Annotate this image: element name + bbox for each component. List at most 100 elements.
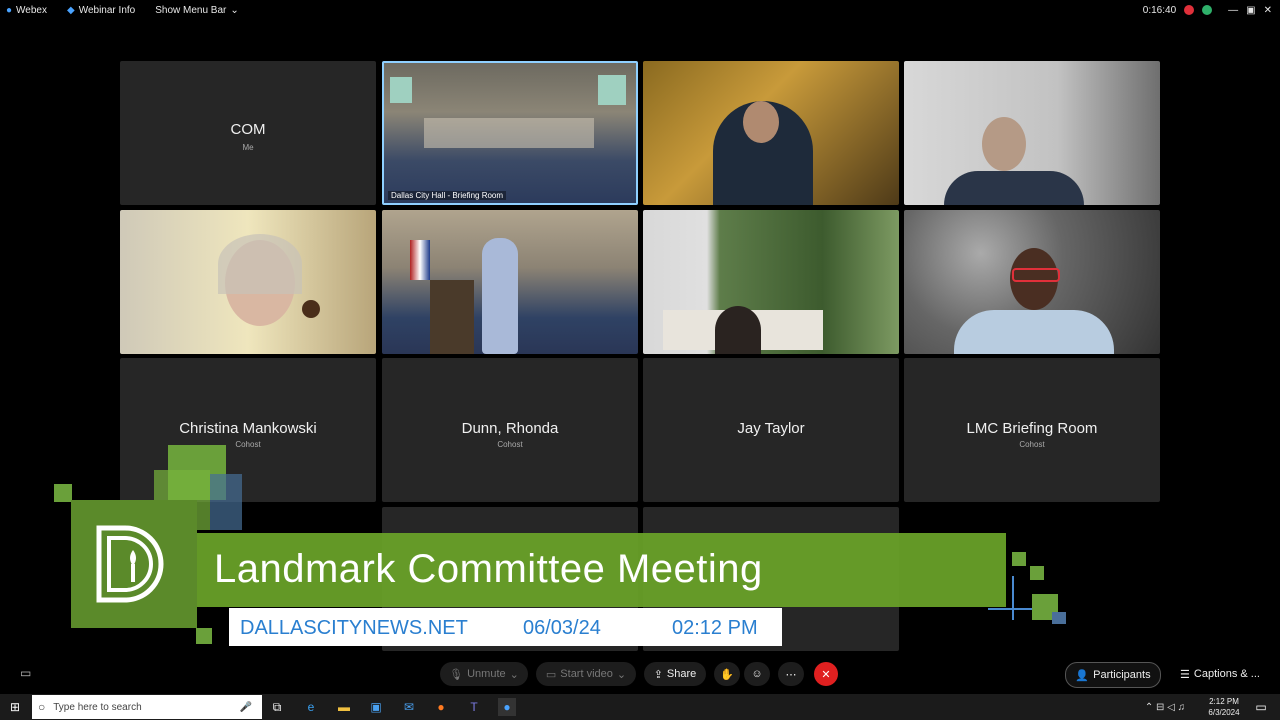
participant-name: Jay Taylor (737, 420, 805, 437)
participant-name: COM (230, 121, 266, 138)
meeting-date: 06/03/24 (523, 617, 601, 639)
video-tile-participant-4[interactable] (904, 61, 1160, 205)
screen-left (390, 77, 412, 103)
leave-button[interactable]: ✕ (814, 662, 838, 686)
person-head (982, 117, 1026, 171)
status-icon (1202, 5, 1213, 15)
banner-title: Landmark Committee Meeting (214, 547, 763, 591)
video-tile-podium[interactable] (382, 210, 638, 354)
minimize-icon[interactable]: — (1228, 5, 1238, 16)
video-tile-participant-3[interactable] (643, 61, 899, 205)
smiley-icon: ☺ (751, 668, 763, 680)
person-head (715, 306, 761, 354)
teams-icon[interactable]: T (465, 698, 483, 716)
maximize-icon[interactable]: ▣ (1246, 5, 1255, 16)
shield-icon: ◆ (67, 4, 75, 16)
video-caption: Dallas City Hall - Briefing Room (388, 191, 507, 200)
camera-off-icon: ▭ (545, 668, 557, 681)
mail-icon[interactable]: ✉ (400, 698, 418, 716)
captions-button[interactable]: ☰ Captions & ... (1170, 662, 1270, 686)
chamber-desks (424, 118, 594, 148)
person-figure (954, 310, 1114, 354)
windows-taskbar: ⊞ ○ Type here to search 🎤 ⧉ e ▬ ▣ ✉ ● T … (0, 694, 1280, 720)
clock-date: 6/3/2024 (1208, 708, 1240, 717)
raise-hand-button[interactable]: ✋ (714, 662, 740, 686)
participant-tile-com[interactable]: COM Me (120, 61, 376, 205)
participants-button[interactable]: 👤 Participants (1065, 662, 1161, 688)
webex-icon: ● (6, 4, 13, 16)
recording-icon (1184, 5, 1195, 15)
chevron-down-icon: ⌄ (230, 4, 239, 16)
participant-tile-rhonda[interactable]: Dunn, Rhonda Cohost (382, 358, 638, 502)
mic-icon: 🎤 (239, 701, 252, 713)
deco-square (1012, 552, 1026, 566)
webinar-info-label: Webinar Info (78, 4, 136, 16)
webex-menu[interactable]: ● Webex (6, 5, 47, 16)
more-options-button[interactable]: ⋯ (778, 662, 804, 686)
system-tray[interactable]: ⌃ ⊟ ◁ ♫ (1130, 698, 1200, 716)
person-head (743, 101, 779, 143)
notification-icon[interactable]: ▭ (1252, 698, 1270, 716)
dallas-d-icon (96, 525, 164, 603)
share-button[interactable]: ⇪ Share (644, 662, 706, 686)
show-menu-label: Show Menu Bar (155, 4, 227, 16)
chevron-down-icon: ⌄ (509, 668, 519, 681)
participant-tile-lmc[interactable]: LMC Briefing Room Cohost (904, 358, 1160, 502)
info-bar: DALLASCITYNEWS.NET 06/03/24 02:12 PM (229, 608, 782, 646)
meeting-timer: 0:16:40 (1142, 4, 1177, 16)
participant-tile-jay[interactable]: Jay Taylor (643, 358, 899, 502)
reactions-button[interactable]: ☺ (744, 662, 770, 686)
podium (430, 280, 474, 354)
webex-taskbar-icon[interactable]: ● (498, 698, 516, 716)
wall-clock (302, 300, 320, 318)
windows-start-icon[interactable]: ⊞ (6, 698, 24, 716)
edge-icon[interactable]: e (302, 698, 320, 716)
flags (410, 240, 430, 280)
deco-square (1030, 566, 1044, 580)
deco-line (1012, 576, 1014, 620)
unmute-label: Unmute (467, 668, 506, 680)
video-tile-participant-5[interactable] (120, 210, 376, 354)
store-icon[interactable]: ▣ (367, 698, 385, 716)
video-tile-participant-7[interactable] (643, 210, 899, 354)
search-icon: ○ (38, 700, 46, 714)
participant-name: LMC Briefing Room (966, 420, 1098, 437)
title-banner: Landmark Committee Meeting (197, 533, 1006, 607)
participant-name: Christina Mankowski (179, 420, 317, 437)
deco-square (196, 628, 212, 644)
task-view-icon[interactable]: ⧉ (268, 698, 286, 716)
firefox-icon[interactable]: ● (432, 698, 450, 716)
start-video-button[interactable]: ▭ Start video ⌄ (536, 662, 636, 686)
share-label: Share (666, 668, 697, 680)
participant-role: Cohost (497, 440, 523, 449)
taskbar-clock[interactable]: 2:12 PM 6/3/2024 (1202, 696, 1246, 718)
person-hair (218, 234, 302, 294)
mic-off-icon: 🎙 (449, 668, 464, 681)
meeting-controls: ▭ 🎙 Unmute ⌄ ▭ Start video ⌄ ⇪ Share ✋ ☺… (0, 658, 1280, 690)
start-video-label: Start video (560, 668, 613, 680)
person-figure (944, 171, 1084, 205)
more-icon: ⋯ (785, 668, 797, 681)
deco-square (210, 474, 242, 530)
show-menu-bar-button[interactable]: Show Menu Bar ⌄ (155, 5, 239, 16)
speaker-figure (482, 238, 518, 354)
taskbar-search[interactable]: ○ Type here to search 🎤 (32, 695, 262, 719)
webinar-info-menu[interactable]: ◆ Webinar Info (67, 5, 135, 16)
folder-icon[interactable]: ▬ (335, 698, 353, 716)
app-label: Webex (16, 4, 47, 16)
participant-role: Cohost (235, 440, 261, 449)
close-icon[interactable]: ✕ (1264, 5, 1272, 16)
video-tile-city-hall[interactable]: Dallas City Hall - Briefing Room (382, 61, 638, 205)
participant-role: Me (242, 143, 254, 152)
hand-icon: ✋ (720, 668, 734, 681)
chat-icon[interactable]: ▭ (20, 666, 31, 680)
unmute-button[interactable]: 🎙 Unmute ⌄ (440, 662, 528, 686)
clock-time: 2:12 PM (1209, 697, 1239, 706)
deco-square (1052, 612, 1066, 624)
meeting-time: 02:12 PM (672, 617, 758, 639)
captions-label: Captions & ... (1193, 668, 1260, 680)
person-icon: 👤 (1075, 669, 1090, 682)
captions-icon: ☰ (1180, 668, 1190, 681)
glasses (1012, 268, 1060, 282)
video-tile-participant-8[interactable] (904, 210, 1160, 354)
